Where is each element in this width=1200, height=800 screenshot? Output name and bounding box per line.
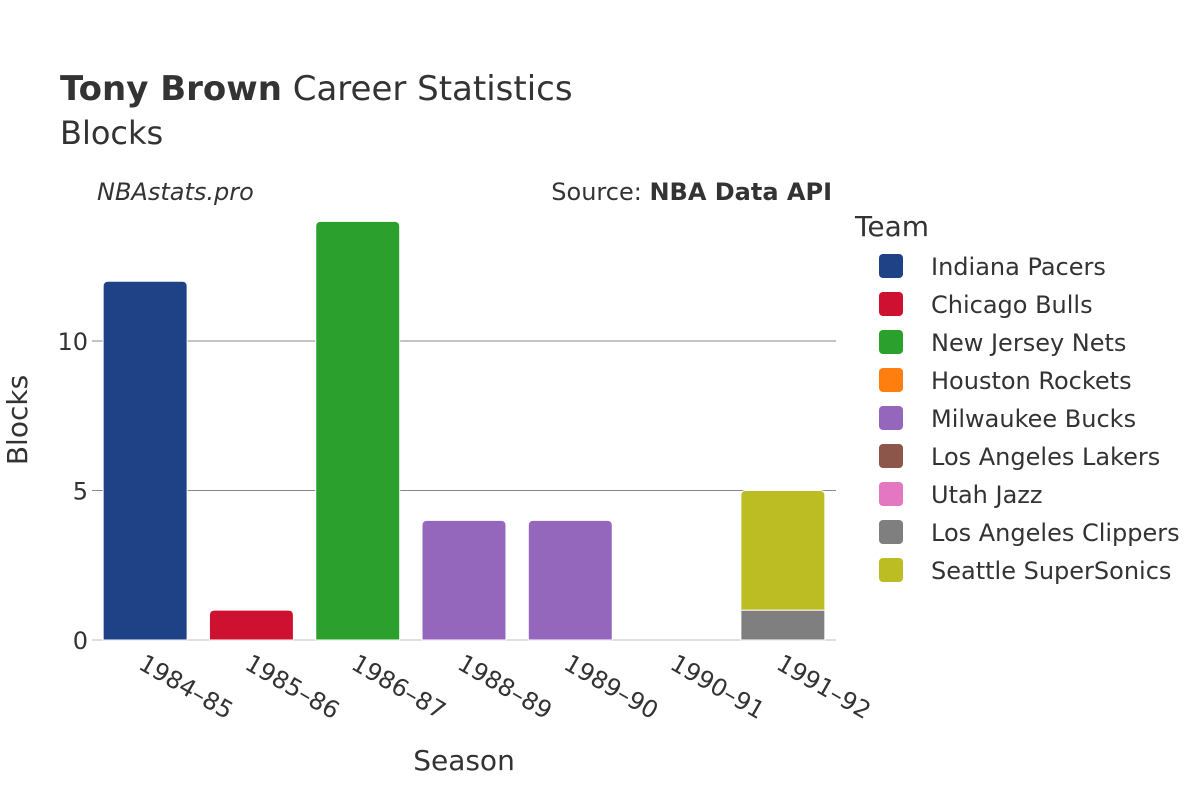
y-axis-label: Blocks (1, 375, 34, 465)
legend-item-chicago-bulls[interactable]: Chicago Bulls (879, 291, 1093, 319)
legend-swatch (879, 292, 903, 316)
legend-item-los-angeles-clippers[interactable]: Los Angeles Clippers (879, 519, 1180, 547)
legend-swatch (879, 330, 903, 354)
chart-svg: Tony Brown Career Statistics Blocks NBAs… (1, 69, 1180, 777)
chart-subtitle: Blocks (60, 114, 163, 152)
bar-chicago-bulls[interactable] (208, 609, 294, 641)
legend-item-milwaukee-bucks[interactable]: Milwaukee Bucks (879, 405, 1136, 433)
bar-milwaukee-bucks[interactable] (421, 519, 507, 641)
chart-container: Tony Brown Career Statistics Blocks NBAs… (0, 0, 1200, 800)
legend-item-indiana-pacers[interactable]: Indiana Pacers (879, 253, 1106, 281)
x-tick-label: 1989–90 (559, 649, 663, 725)
source-prefix: Source: (551, 178, 649, 206)
legend-item-new-jersey-nets[interactable]: New Jersey Nets (879, 329, 1126, 357)
bar-los-angeles-clippers[interactable] (740, 609, 826, 641)
source-name: NBA Data API (649, 178, 832, 206)
title-bold: Tony Brown (60, 69, 282, 109)
legend-item-utah-jazz[interactable]: Utah Jazz (879, 481, 1043, 509)
legend-swatch (879, 406, 903, 430)
legend-swatch (879, 520, 903, 544)
legend-label: Milwaukee Bucks (931, 405, 1136, 433)
y-tick-label: 5 (73, 478, 88, 506)
bar-indiana-pacers[interactable] (102, 280, 188, 641)
legend-swatch (879, 368, 903, 392)
y-tick-label: 0 (73, 627, 88, 655)
legend-label: Los Angeles Lakers (931, 443, 1160, 471)
legend-item-houston-rockets[interactable]: Houston Rockets (879, 367, 1132, 395)
x-tick-label: 1991–92 (772, 649, 876, 725)
chart-title: Tony Brown Career Statistics (60, 69, 573, 109)
y-tick-label: 10 (57, 328, 88, 356)
bar-milwaukee-bucks[interactable] (527, 519, 613, 641)
legend-label: Seattle SuperSonics (931, 557, 1171, 585)
legend-label: New Jersey Nets (931, 329, 1126, 357)
bar-seattle-supersonics[interactable] (740, 490, 826, 611)
legend-swatch (879, 444, 903, 468)
x-tick-label: 1990–91 (666, 649, 770, 725)
legend-title: Team (854, 210, 929, 243)
legend-item-los-angeles-lakers[interactable]: Los Angeles Lakers (879, 443, 1160, 471)
legend-swatch (879, 254, 903, 278)
legend-swatch (879, 482, 903, 506)
bar-new-jersey-nets[interactable] (315, 220, 401, 641)
x-tick-label: 1985–86 (240, 649, 344, 725)
legend-item-seattle-supersonics[interactable]: Seattle SuperSonics (879, 557, 1171, 585)
title-rest: Career Statistics (282, 69, 573, 109)
x-tick-label: 1984–85 (134, 649, 238, 725)
watermark: NBAstats.pro (97, 178, 254, 206)
x-tick-label: 1988–89 (453, 649, 557, 725)
x-axis-label: Season (413, 744, 515, 777)
legend-label: Houston Rockets (931, 367, 1132, 395)
legend-swatch (879, 558, 903, 582)
source-label: Source: NBA Data API (551, 178, 832, 206)
legend-label: Utah Jazz (931, 481, 1043, 509)
x-tick-label: 1986–87 (347, 649, 451, 725)
legend-label: Indiana Pacers (931, 253, 1106, 281)
legend-label: Chicago Bulls (931, 291, 1093, 319)
legend-label: Los Angeles Clippers (931, 519, 1180, 547)
